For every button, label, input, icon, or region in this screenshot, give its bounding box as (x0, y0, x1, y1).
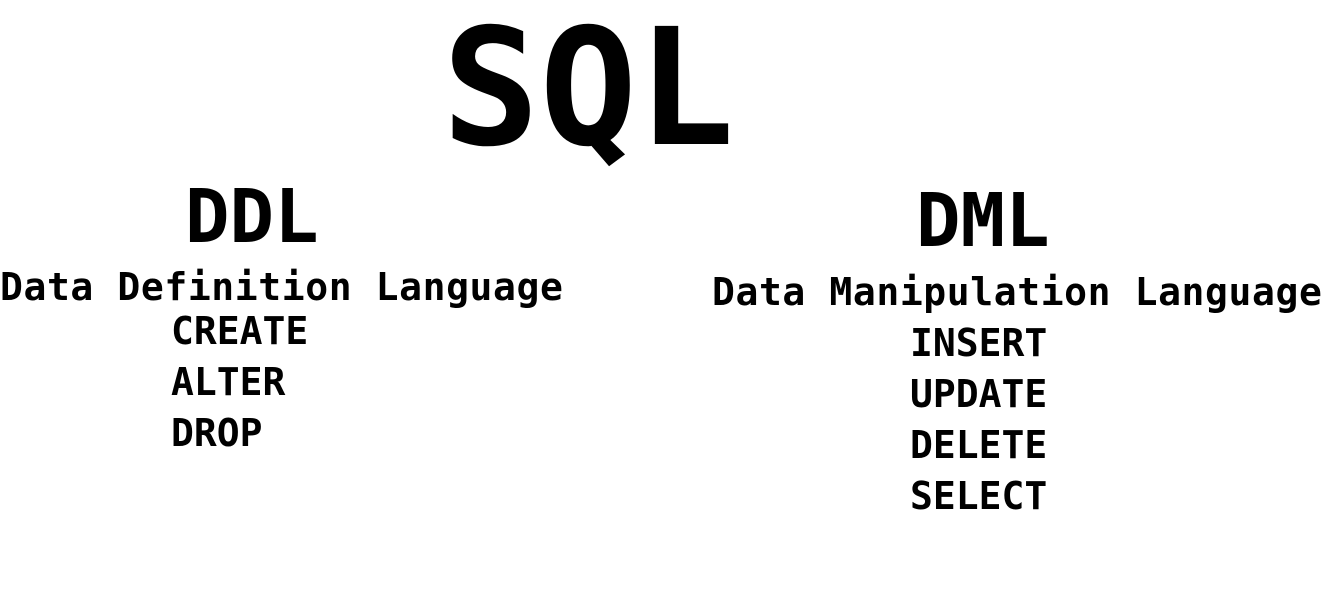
ddl-command-drop: DROP (171, 411, 263, 455)
dml-command-list: INSERT UPDATE DELETE SELECT (910, 318, 1047, 522)
dml-command-select: SELECT (910, 474, 1048, 518)
ddl-command-alter: ALTER (171, 360, 286, 404)
diagram-title: SQL (442, 0, 735, 183)
ddl-full-name: Data Definition Language (0, 265, 564, 309)
dml-full-name: Data Manipulation Language (712, 270, 1323, 314)
dml-command-update: UPDATE (910, 372, 1048, 416)
dml-command-delete: DELETE (910, 423, 1048, 467)
ddl-command-create: CREATE (171, 309, 309, 353)
ddl-command-list: CREATE ALTER DROP (171, 306, 308, 459)
ddl-abbreviation: DDL (185, 174, 319, 260)
dml-abbreviation: DML (916, 178, 1050, 264)
dml-command-insert: INSERT (910, 321, 1048, 365)
